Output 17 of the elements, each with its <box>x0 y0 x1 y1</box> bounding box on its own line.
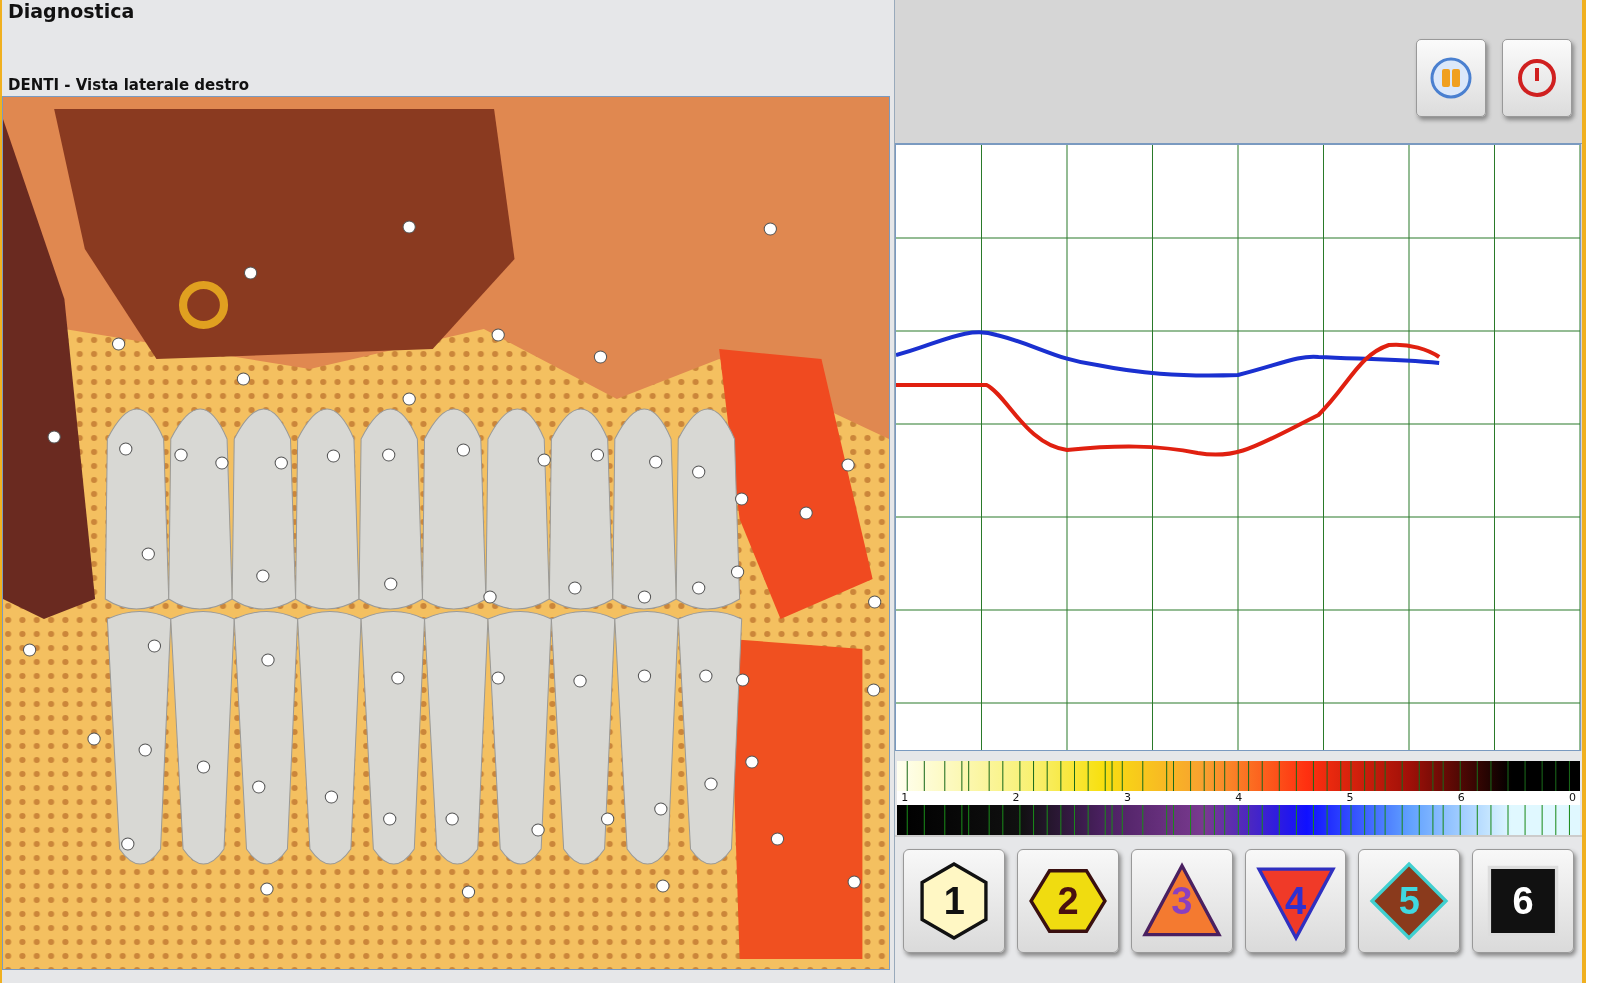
level-button[interactable]: 2 <box>1017 849 1119 953</box>
power-icon <box>1516 56 1558 99</box>
view-title: DENTI - Vista laterale destro <box>8 76 251 94</box>
window-title: Diagnostica <box>8 0 136 22</box>
scale-label: 3 <box>1123 791 1131 805</box>
scale-label: 1 <box>901 791 909 805</box>
scale-label: 6 <box>1457 791 1465 805</box>
pause-button[interactable] <box>1416 38 1486 117</box>
level-button[interactable]: 1 <box>903 849 1006 953</box>
level-button[interactable]: 5 <box>1358 849 1461 953</box>
scale-label: 2 <box>1012 791 1020 805</box>
scale-label: 0 <box>1569 791 1576 805</box>
pause-icon <box>1429 55 1473 100</box>
scale-label: 4 <box>1235 791 1243 805</box>
scale-label: 5 <box>1346 791 1354 805</box>
power-button[interactable] <box>1502 38 1572 117</box>
level-button[interactable]: 6 <box>1472 849 1574 953</box>
